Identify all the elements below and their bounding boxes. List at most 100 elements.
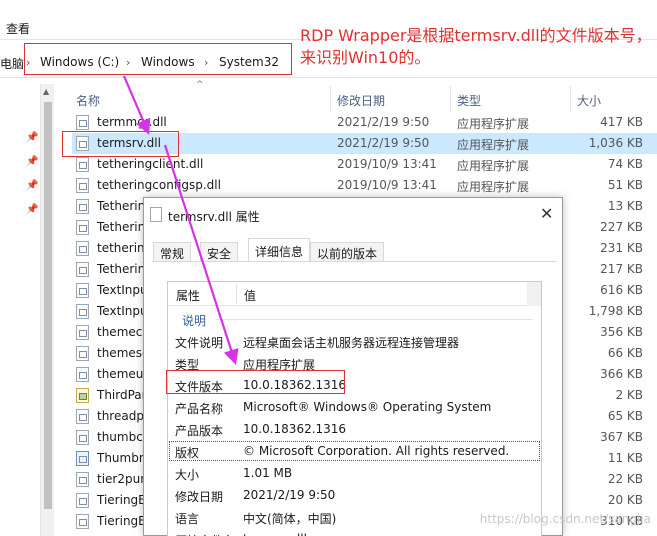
tab-previous-versions[interactable]: 以前的版本 <box>310 242 385 262</box>
dialog-title: termsrv.dll 属性 <box>168 210 260 224</box>
property-key: 版权 <box>175 446 200 460</box>
tab-general[interactable]: 常规 <box>153 242 192 262</box>
dll-icon <box>76 409 89 424</box>
property-key: 产品版本 <box>175 424 224 438</box>
file-name: tier2pun <box>97 472 148 486</box>
header-property[interactable]: 属性 <box>176 287 200 304</box>
property-key: 文件说明 <box>175 336 224 350</box>
file-row[interactable]: tetheringconfigsp.dll 2019/10/9 13:41 应用程序… <box>72 175 657 196</box>
file-size: 51 KB <box>607 178 643 192</box>
breadcrumb-this-pc[interactable]: 电脑 <box>0 55 24 72</box>
watermark: https://blog.csdn.net/sangjia <box>479 512 651 526</box>
category-description: 说明 <box>168 308 541 330</box>
dll-icon <box>76 472 89 487</box>
property-value: 中文(简体，中国) <box>243 512 337 526</box>
file-size: 74 KB <box>607 157 643 171</box>
file-size: 65 KB <box>607 409 643 423</box>
file-size: 22 KB <box>607 472 643 486</box>
file-name: ThirdPar <box>97 388 147 402</box>
file-size: 227 KB <box>600 220 643 234</box>
file-row[interactable]: termmgr.dll 2021/2/19 9:50 应用程序扩展 417 KB <box>72 112 657 133</box>
file-name: TieringE <box>97 493 146 507</box>
property-key: 语言 <box>175 512 200 526</box>
close-icon[interactable]: ✕ <box>540 204 553 223</box>
scroll-up-icon[interactable]: ▲ <box>43 87 49 96</box>
property-key: 修改日期 <box>175 490 224 504</box>
property-value: 10.0.18362.1316 <box>243 422 347 436</box>
pin-icon: 📌 <box>26 204 39 215</box>
header-value[interactable]: 值 <box>244 287 256 304</box>
file-size: 2 KB <box>615 388 643 402</box>
details-list[interactable]: 属性 值 说明 文件说明 远程桌面会话主机服务器远程连接管理器 类型 应用程序扩展 文件版… <box>167 281 542 536</box>
file-row[interactable]: tetheringclient.dll 2019/10/9 13:41 应用程序扩展… <box>72 154 657 175</box>
file-name: Tetherin <box>97 220 146 234</box>
property-row[interactable]: 产品版本 10.0.18362.1316 <box>168 418 541 440</box>
pin-icon: 📌 <box>26 180 39 191</box>
property-value: Microsoft® Windows® Operating System <box>243 400 492 414</box>
tab-security[interactable]: 安全 <box>200 242 239 262</box>
file-size: 367 KB <box>600 430 643 444</box>
ruler-icon <box>76 451 89 466</box>
file-type: 应用程序扩展 <box>457 138 530 152</box>
pin-icon: 📌 <box>26 156 39 167</box>
file-name: TieringE <box>97 514 146 528</box>
file-size: 231 KB <box>600 241 643 255</box>
file-type: 应用程序扩展 <box>457 180 530 194</box>
details-header: 属性 值 <box>168 282 541 306</box>
nav-scrollbar[interactable]: ▲ <box>40 84 54 536</box>
file-size: 356 KB <box>600 325 643 339</box>
property-row[interactable]: 产品名称 Microsoft® Windows® Operating System <box>168 396 541 418</box>
view-menu[interactable]: 查看 <box>6 20 30 37</box>
property-row[interactable]: 文件说明 远程桌面会话主机服务器远程连接管理器 <box>168 330 541 352</box>
dll-icon <box>76 283 89 298</box>
property-row[interactable]: 大小 1.01 MB <box>168 462 541 484</box>
version-highlight-box <box>166 370 345 394</box>
annotation-line-1: RDP Wrapper是根据termsrv.dll的文件版本号， <box>300 26 652 45</box>
property-value: termsrv.dll <box>243 532 307 536</box>
file-name: themeui <box>97 367 147 381</box>
dll-icon <box>76 115 89 130</box>
dll-icon <box>76 367 89 382</box>
property-key: 大小 <box>175 468 200 482</box>
dll-icon <box>76 514 89 529</box>
scrollbar-thumb[interactable] <box>44 102 52 509</box>
sort-up-icon: ^ <box>196 80 204 90</box>
file-name: Tetherin <box>97 199 146 213</box>
file-name: threadp <box>97 409 144 423</box>
property-key: 原始文件名 <box>175 532 235 536</box>
file-size: 13 KB <box>607 199 643 213</box>
file-name: tetherin <box>97 241 145 255</box>
dll-icon <box>76 262 89 277</box>
file-size: 616 KB <box>600 283 643 297</box>
file-size: 217 KB <box>600 262 643 276</box>
dll-icon <box>76 199 89 214</box>
dll-icon <box>76 325 89 340</box>
file-name: TextInpu <box>97 283 148 297</box>
file-type: 应用程序扩展 <box>457 117 530 131</box>
file-size: 20 KB <box>607 493 643 507</box>
file-size: 1,036 KB <box>588 136 643 150</box>
file-date: 2019/10/9 13:41 <box>337 157 437 171</box>
file-size: 1,798 KB <box>588 304 643 318</box>
file-name: themese <box>97 346 150 360</box>
category-label: 说明 <box>182 314 207 328</box>
annotation-line-2: 来识别Win10的。 <box>300 48 431 67</box>
property-value: 远程桌面会话主机服务器远程连接管理器 <box>243 336 460 350</box>
file-date: 2019/10/9 13:41 <box>337 178 437 192</box>
property-row[interactable]: 原始文件名 termsrv.dll <box>168 528 541 536</box>
file-name: tetheringclient.dll <box>97 157 204 171</box>
dll-icon <box>150 207 162 222</box>
dll-icon <box>76 430 89 445</box>
dll-icon <box>76 241 89 256</box>
dll-icon <box>76 346 89 361</box>
properties-dialog: termsrv.dll 属性 ✕ 常规 安全 详细信息 以前的版本 属性 值 说… <box>143 197 563 536</box>
file-size: 66 KB <box>607 346 643 360</box>
tab-details[interactable]: 详细信息 <box>248 238 311 262</box>
property-row[interactable]: 版权 © Microsoft Corporation. All rights re… <box>168 440 541 462</box>
property-row[interactable]: 修改日期 2021/2/19 9:50 <box>168 484 541 506</box>
file-size: 417 KB <box>600 115 643 129</box>
file-name: Thumbn <box>97 451 147 465</box>
image-icon <box>76 388 89 403</box>
address-highlight-box <box>24 43 292 75</box>
details-scrollbar[interactable] <box>527 282 541 306</box>
